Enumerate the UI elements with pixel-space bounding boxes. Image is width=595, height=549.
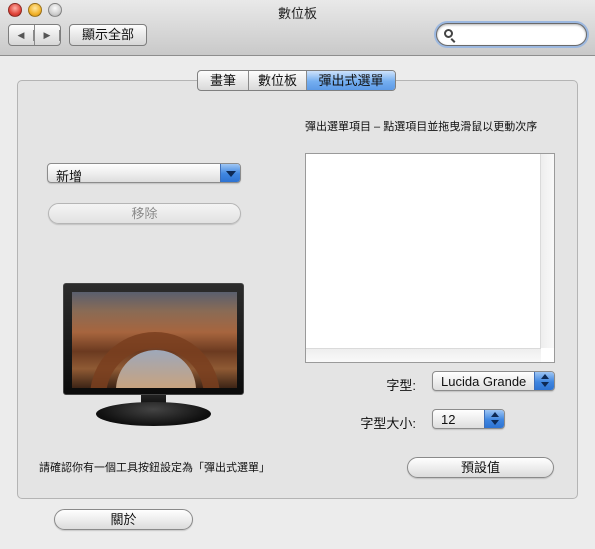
- monitor-screen: [72, 292, 237, 388]
- title-bar: 數位板 ◀ ▶ 顯示全部: [0, 0, 595, 56]
- vertical-scrollbar[interactable]: [540, 154, 554, 348]
- tab-popup-menu[interactable]: 彈出式選單: [307, 71, 395, 90]
- font-popup-value: Lucida Grande: [441, 374, 527, 389]
- back-button[interactable]: ◀: [9, 25, 35, 45]
- menu-items-list[interactable]: [305, 153, 555, 363]
- up-down-arrows-icon: [534, 372, 554, 390]
- window-title: 數位板: [277, 6, 317, 21]
- tab-bar: 畫筆 數位板 彈出式選單: [197, 70, 396, 91]
- tab-tablet[interactable]: 數位板: [249, 71, 307, 90]
- back-forward-control: ◀ ▶: [8, 24, 61, 46]
- remove-button[interactable]: 移除: [48, 203, 241, 224]
- monitor-stand: [96, 402, 211, 426]
- font-size-popup-value: 12: [441, 412, 456, 427]
- font-size-label: 字型大小:: [360, 416, 416, 431]
- show-all-button[interactable]: 顯示全部: [69, 24, 147, 46]
- search-input[interactable]: [459, 26, 579, 43]
- add-popup-button[interactable]: 新增: [47, 163, 241, 184]
- up-down-arrows-icon: [484, 410, 504, 428]
- monitor-bezel: [63, 283, 244, 395]
- tab-pen[interactable]: 畫筆: [198, 71, 249, 90]
- search-field[interactable]: [436, 23, 587, 46]
- search-icon: [444, 29, 453, 38]
- forward-button[interactable]: ▶: [35, 25, 60, 45]
- font-popup-button[interactable]: Lucida Grande: [432, 371, 555, 391]
- back-arrow-icon: ◀: [9, 29, 34, 41]
- chevron-down-icon: [220, 164, 240, 182]
- horizontal-scrollbar[interactable]: [306, 348, 541, 362]
- font-size-popup-button[interactable]: 12: [432, 409, 505, 429]
- preferences-window: 數位板 ◀ ▶ 顯示全部 畫筆 數位板 彈出式選單 彈出選單項目 – 點選項目並…: [0, 0, 595, 549]
- add-popup-value: 新增: [56, 169, 83, 184]
- menu-items-caption: 彈出選單項目 – 點選項目並拖曳滑鼠以更動次序: [305, 121, 538, 133]
- about-button[interactable]: 關於: [54, 509, 193, 530]
- defaults-button[interactable]: 預設值: [407, 457, 554, 478]
- forward-arrow-icon: ▶: [35, 29, 60, 41]
- font-label: 字型:: [386, 378, 416, 393]
- tool-button-note: 請確認你有一個工具按鈕設定為「彈出式選單」: [39, 462, 270, 474]
- monitor-icon: [63, 283, 244, 428]
